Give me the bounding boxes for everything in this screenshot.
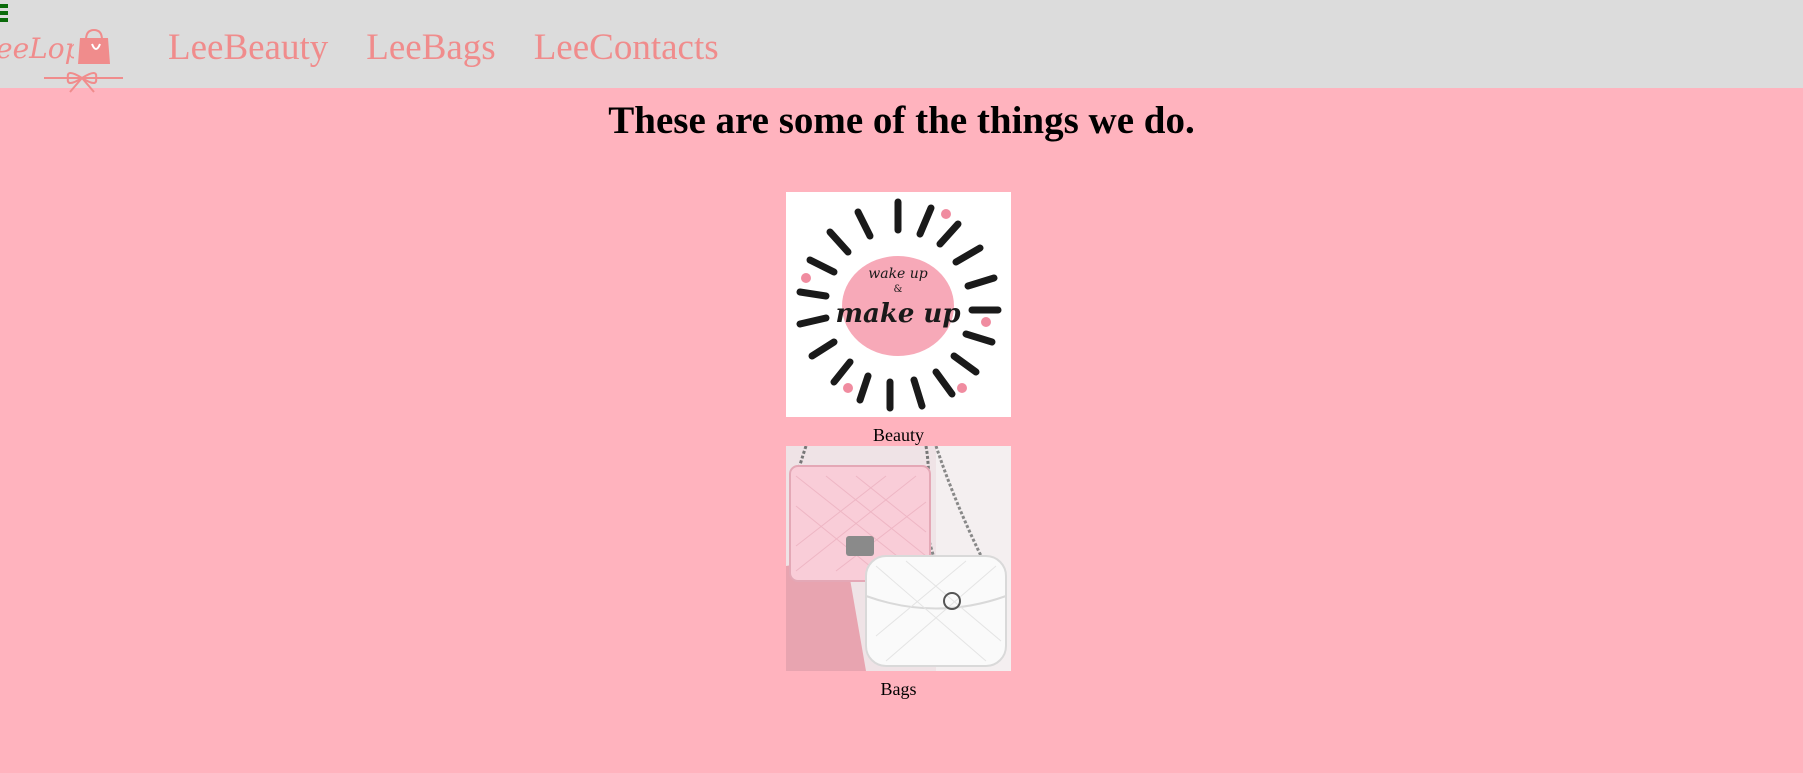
nav-link-leecontacts[interactable]: LeeContacts (534, 24, 719, 72)
nav-link-leebeauty[interactable]: LeeBeauty (168, 24, 328, 72)
caption-bags: Bags (880, 679, 917, 699)
shopping-bag-bow-icon (44, 28, 123, 93)
caption-beauty: Beauty (873, 425, 924, 445)
gallery-item-beauty[interactable]: wake up & make up Beauty (786, 192, 1011, 445)
nav-links: LeeBeauty LeeBags LeeContacts (168, 24, 719, 72)
image-text-mid: & (894, 284, 903, 295)
menu-icon[interactable] (0, 4, 8, 26)
gallery-item-bags[interactable]: Bags (786, 446, 1011, 699)
bags-image[interactable] (786, 446, 1011, 671)
image-text-main: make up (835, 299, 960, 329)
page-headline: These are some of the things we do. (608, 99, 1195, 142)
nav-link-leebags[interactable]: LeeBags (366, 24, 495, 72)
image-text-top: wake up (868, 266, 928, 282)
makeup-image[interactable]: wake up & make up (786, 192, 1011, 417)
brand-logo[interactable]: eeLope (0, 28, 125, 94)
top-navbar: eeLope LeeBeauty LeeBags LeeContacts (0, 0, 1803, 93)
